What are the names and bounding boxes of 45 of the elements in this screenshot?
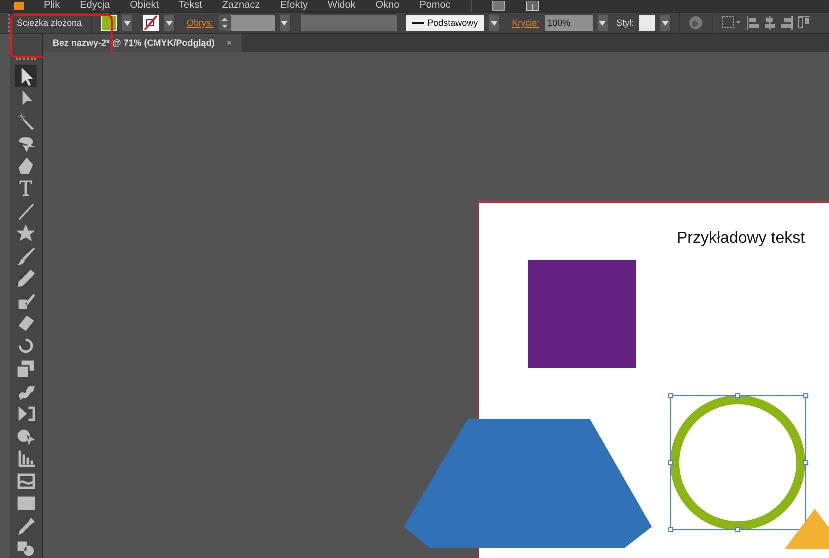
caret-icon (124, 20, 131, 26)
menu-item[interactable]: Okno (376, 0, 400, 12)
align-right-icon[interactable] (781, 16, 794, 30)
stroke-dropdown[interactable] (164, 15, 174, 31)
menu-item[interactable]: Obiekt (130, 0, 160, 12)
tab-close-button[interactable]: × (226, 38, 232, 48)
stroke-none-swatch[interactable] (143, 15, 160, 31)
brush-dropdown[interactable]: Podstawowy (406, 15, 484, 31)
caret-icon (281, 20, 288, 26)
menu-item[interactable]: Tekst (179, 0, 202, 12)
sample-text: Przykładowy tekst (677, 230, 806, 248)
recolor-icon[interactable] (689, 16, 704, 30)
pencil-icon[interactable] (15, 267, 37, 289)
align-center-icon[interactable] (764, 16, 776, 30)
caret-icon (662, 20, 669, 26)
document-tab[interactable]: Bez nazwy-2* @ 71% (CMYK/Podgląd) × (43, 34, 242, 52)
align-top-icon[interactable] (798, 16, 810, 30)
opacity-link[interactable]: Krycie: (512, 18, 540, 28)
style-swatch[interactable] (639, 15, 656, 31)
menu-item[interactable]: Edycja (80, 0, 110, 12)
menu-item[interactable]: Zaznacz (222, 0, 260, 12)
transform-box-icon[interactable] (722, 16, 742, 30)
opacity-dropdown[interactable] (598, 15, 608, 31)
app-logo-icon (14, 2, 24, 10)
caret-icon (490, 20, 498, 26)
align-left-icon[interactable] (747, 16, 760, 30)
style-dropdown[interactable] (660, 15, 670, 31)
menu-item[interactable]: Widok (328, 0, 356, 12)
menu-item[interactable]: Pomoc (420, 0, 451, 12)
stroke-weight-field[interactable] (230, 15, 275, 31)
panel-grip-icon[interactable] (8, 14, 12, 32)
caret-icon (599, 20, 606, 26)
star-icon[interactable] (15, 222, 37, 244)
layout-icon[interactable] (526, 1, 540, 11)
caret-icon (166, 20, 173, 26)
fill-dropdown[interactable] (122, 15, 132, 31)
menu-item[interactable]: Efekty (280, 0, 308, 12)
style-label: Styl: (616, 18, 634, 28)
triangle-shape (785, 509, 829, 549)
menu-item[interactable]: Plik (44, 0, 60, 12)
stroke-weight-dropdown[interactable] (280, 15, 290, 31)
object-type-label: Ścieżka złożona (17, 18, 82, 28)
opacity-field[interactable]: 100% (544, 15, 593, 31)
stroke-weight-spinner[interactable] (218, 15, 231, 31)
stroke-link[interactable]: Obrys: (187, 18, 214, 28)
